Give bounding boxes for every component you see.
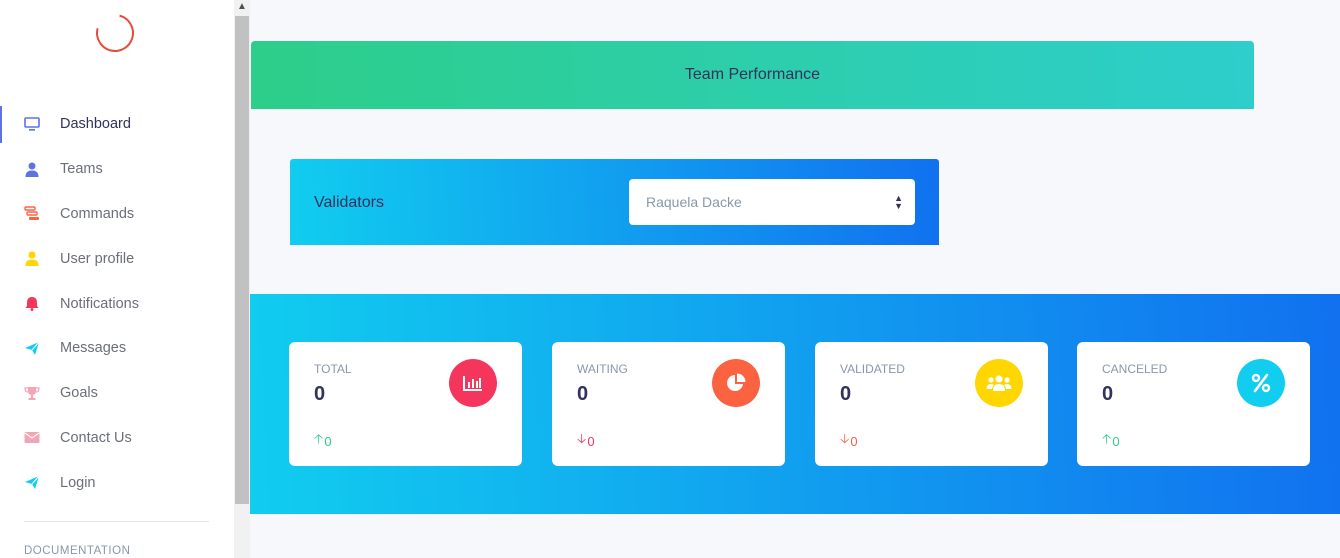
sidebar-item-messages[interactable]: Messages [0, 326, 234, 371]
scroll-up-arrow-icon[interactable]: ▲ [234, 0, 250, 14]
sidebar-item-label: Dashboard [60, 116, 131, 133]
sidebar-item-user-profile[interactable]: User profile [0, 236, 234, 281]
stat-value: 0 [577, 383, 589, 405]
validators-label: Validators [314, 194, 384, 211]
sidebar-nav: Dashboard Teams Commands User profile No… [0, 102, 234, 505]
stat-change: 🡡 0 [314, 430, 332, 452]
percent-icon [1237, 359, 1285, 407]
user-icon [23, 160, 41, 178]
documentation-heading: DOCUMENTATION [24, 545, 131, 557]
select-caret-icon: ▲ ▼ [894, 193, 903, 211]
stats-section: TOTAL 0 🡡 0 WAITING 0 🡣 0 VALIDATED 0 🡣 … [250, 294, 1340, 514]
sidebar-item-goals[interactable]: Goals [0, 371, 234, 416]
validator-select[interactable]: Raquela Dacke ▲ ▼ [629, 179, 915, 225]
chart-bar-icon [449, 359, 497, 407]
scrollbar-thumb[interactable] [235, 16, 249, 504]
sidebar-item-label: Teams [60, 161, 103, 178]
team-performance-banner: Team Performance [251, 41, 1254, 109]
chart-pie-icon [712, 359, 760, 407]
stat-change-value: 0 [850, 433, 858, 449]
stat-change: 🡡 0 [1102, 430, 1120, 452]
send-icon [23, 474, 41, 492]
arrow-up-icon: 🡡 [314, 431, 324, 446]
user-icon [23, 250, 41, 268]
stat-change-value: 0 [1112, 433, 1120, 449]
arrow-up-icon: 🡡 [1102, 431, 1112, 446]
stat-change: 🡣 0 [840, 430, 858, 452]
stat-title: TOTAL [314, 362, 352, 376]
stat-card-validated: VALIDATED 0 🡣 0 [815, 342, 1048, 466]
users-icon [975, 359, 1023, 407]
sidebar: Dashboard Teams Commands User profile No… [0, 0, 234, 558]
sidebar-item-label: Contact Us [60, 429, 132, 446]
sidebar-item-dashboard[interactable]: Dashboard [0, 102, 234, 147]
arrow-down-icon: 🡣 [577, 431, 587, 446]
sidebar-item-label: Messages [60, 340, 127, 357]
sidebar-scrollbar[interactable]: ▲ [234, 0, 250, 558]
validators-panel: Validators Raquela Dacke ▲ ▼ [290, 159, 939, 245]
stat-card-total: TOTAL 0 🡡 0 [289, 342, 522, 466]
stat-title: VALIDATED [840, 362, 905, 376]
sidebar-divider [24, 521, 209, 522]
stat-value: 0 [1102, 383, 1114, 405]
stat-value: 0 [314, 383, 326, 405]
sidebar-item-label: Commands [60, 205, 135, 222]
stat-title: WAITING [577, 362, 628, 376]
stat-change-value: 0 [324, 433, 332, 449]
stat-title: CANCELED [1102, 362, 1168, 376]
sidebar-item-notifications[interactable]: Notifications [0, 281, 234, 326]
stat-value: 0 [840, 383, 852, 405]
validator-select-value: Raquela Dacke [646, 194, 742, 210]
monitor-icon [23, 115, 41, 133]
sidebar-item-login[interactable]: Login [0, 460, 234, 505]
logo[interactable] [89, 7, 141, 59]
stat-card-waiting: WAITING 0 🡣 0 [552, 342, 785, 466]
page-title: Team Performance [684, 66, 821, 83]
sidebar-item-label: Goals [60, 385, 98, 402]
bell-icon [23, 295, 41, 313]
stat-change: 🡣 0 [577, 430, 595, 452]
stat-card-canceled: CANCELED 0 🡡 0 [1077, 342, 1310, 466]
send-icon [23, 339, 41, 357]
arrow-down-icon: 🡣 [840, 431, 850, 446]
trophy-icon [23, 384, 41, 402]
sidebar-item-label: Notifications [60, 295, 139, 312]
database-icon [23, 205, 41, 223]
sidebar-item-label: Login [60, 474, 96, 491]
stat-change-value: 0 [587, 433, 595, 449]
sidebar-item-label: User profile [60, 250, 135, 267]
sidebar-item-commands[interactable]: Commands [0, 192, 234, 237]
sidebar-item-contact-us[interactable]: Contact Us [0, 416, 234, 461]
mail-icon [23, 429, 41, 447]
sidebar-item-teams[interactable]: Teams [0, 147, 234, 192]
